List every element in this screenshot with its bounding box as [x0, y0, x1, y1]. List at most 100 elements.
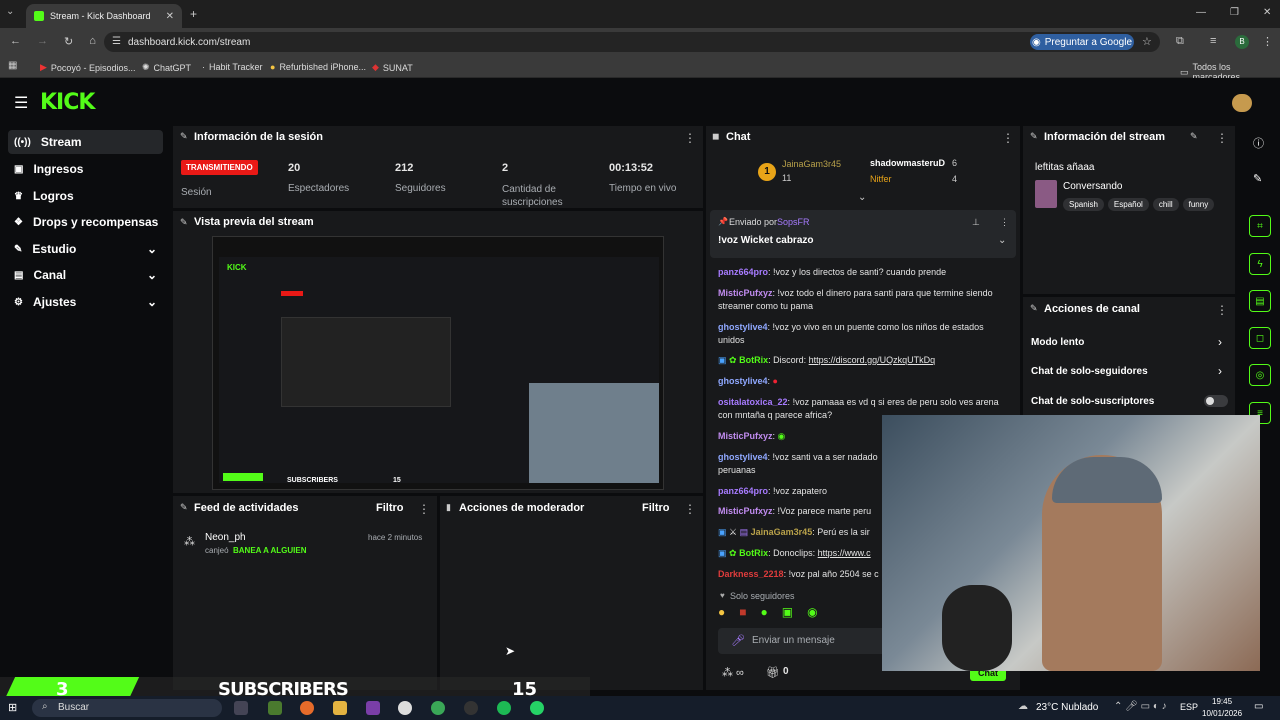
browser-menu-icon[interactable]: ⋮ — [1262, 35, 1273, 48]
language-indicator[interactable]: ESP — [1180, 702, 1198, 712]
url-text[interactable]: dashboard.kick.com/stream — [128, 37, 250, 48]
chevron-right-icon[interactable]: › — [1218, 335, 1222, 349]
chat-username[interactable]: Darkness_2218 — [718, 569, 784, 579]
close-tab-icon[interactable]: ✕ — [166, 11, 174, 22]
rail-crop-button[interactable]: ⌗ — [1249, 215, 1271, 237]
new-tab-button[interactable]: + — [190, 7, 197, 21]
sidebar-item-drops[interactable]: ❖ Drops y recompensas — [8, 210, 163, 234]
chat-username[interactable]: BotRix — [739, 548, 768, 558]
tag[interactable]: Español — [1107, 198, 1149, 211]
chat-username[interactable]: MisticPufxyz — [718, 506, 773, 516]
stream-preview-video[interactable]: KICK SUBSCRIBERS 15 — [212, 236, 664, 490]
sidebar-item-stream[interactable]: ((•)) Stream — [8, 130, 163, 154]
bookmark-habit-tracker[interactable]: · Habit Tracker — [202, 62, 263, 72]
rail-doc-button[interactable]: ▤ — [1249, 290, 1271, 312]
tray-icons[interactable]: ⌃ 🎤︎ ▭ ◐ ♪ — [1114, 701, 1167, 712]
obs-icon[interactable] — [398, 701, 412, 715]
mic-icon[interactable]: 🎤︎ — [731, 634, 745, 647]
tag[interactable]: funny — [1182, 198, 1215, 211]
chat-username[interactable]: JainaGam3r45 — [751, 527, 813, 537]
reload-icon[interactable]: ↻ — [64, 35, 73, 48]
chat-link[interactable]: https://discord.gg/UQzkqUTkDq — [809, 355, 936, 365]
weather-text[interactable]: 23°C Nublado — [1036, 702, 1098, 713]
chat-username[interactable]: panz664pro — [718, 267, 768, 277]
chat-username[interactable]: MisticPufxyz — [718, 431, 773, 441]
maximize-icon[interactable]: ❐ — [1230, 7, 1239, 18]
minimize-icon[interactable]: — — [1196, 7, 1206, 18]
mod-menu-icon[interactable]: ⋮ — [684, 502, 696, 516]
bookmark-sunat[interactable]: ◆ SUNAT — [372, 62, 413, 73]
bookmark-chatgpt[interactable]: ✺ ChatGPT — [142, 62, 191, 73]
apps-grid-icon[interactable]: ▦ — [8, 60, 17, 71]
sidebar-item-ingresos[interactable]: ▣ Ingresos — [8, 157, 163, 181]
tag[interactable]: Spanish — [1063, 198, 1104, 211]
activity-menu-icon[interactable]: ⋮ — [418, 502, 430, 516]
session-menu-icon[interactable]: ⋮ — [684, 131, 696, 145]
pinned-user[interactable]: SopsFR — [777, 217, 810, 227]
activity-user[interactable]: Neon_ph — [205, 532, 246, 543]
omnibox[interactable] — [104, 32, 1160, 52]
record-icon[interactable] — [464, 701, 478, 715]
leader2-name[interactable]: shadowmasteruD — [870, 158, 945, 168]
pinned-expand-icon[interactable]: ⌄ — [998, 235, 1006, 246]
rail-broadcast-button[interactable]: ◎ — [1249, 364, 1271, 386]
sidebar-item-ajustes[interactable]: ⚙ Ajustes ⌄ — [8, 290, 163, 314]
leader3-name[interactable]: Nitfer — [870, 174, 892, 184]
site-info-icon[interactable]: ☰ — [112, 36, 121, 47]
bookmark-star-icon[interactable]: ☆ — [1142, 35, 1152, 48]
followers-chat-label[interactable]: Chat de solo-seguidores — [1031, 366, 1148, 377]
minecraft-icon[interactable] — [268, 701, 282, 715]
collapse-leaderboard-icon[interactable]: ⌄ — [858, 192, 866, 203]
back-icon[interactable]: ← — [10, 35, 21, 48]
unpin-icon[interactable]: ⊥ — [972, 217, 980, 228]
chevron-right-icon[interactable]: › — [1218, 364, 1222, 378]
chat-username[interactable]: ghostylive4 — [718, 452, 768, 462]
subs-chat-label[interactable]: Chat de solo-suscriptores — [1031, 396, 1154, 407]
pinned-menu-icon[interactable]: ⋮ — [1000, 217, 1009, 228]
home-icon[interactable]: ⌂ — [89, 35, 96, 48]
rail-chat-button[interactable]: ◻ — [1249, 327, 1271, 349]
stream-info-menu-icon[interactable]: ⋮ — [1216, 131, 1228, 145]
firefox-icon[interactable] — [300, 701, 314, 715]
user-avatar[interactable] — [1232, 94, 1252, 112]
emote-icon[interactable]: ▣ — [782, 605, 793, 619]
browser-tab[interactable]: Stream - Kick Dashboard ✕ — [26, 4, 182, 28]
reading-list-icon[interactable]: ≡ — [1210, 35, 1216, 47]
ask-google-button[interactable]: ◉ Preguntar a Google — [1030, 34, 1134, 50]
taskview-icon[interactable] — [234, 701, 248, 715]
channel-actions-menu-icon[interactable]: ⋮ — [1216, 303, 1228, 317]
bookmark-pocoyo[interactable]: ▶ Pocoyó - Episodios... — [40, 62, 135, 73]
chat-username[interactable]: ositalatoxica_22 — [718, 397, 788, 407]
tag[interactable]: chill — [1152, 198, 1179, 211]
rail-bolt-button[interactable]: ϟ — [1249, 253, 1271, 275]
bookmark-refurbished[interactable]: ● Refurbished iPhone... — [270, 62, 366, 72]
tab-search-button[interactable]: ⌄ — [6, 6, 22, 22]
sidebar-item-canal[interactable]: ▤ Canal ⌄ — [8, 263, 163, 287]
edit-icon[interactable]: ✎ — [1253, 172, 1262, 185]
edit-stream-icon[interactable]: ✎ — [1190, 131, 1198, 142]
chat-username[interactable]: BotRix — [739, 355, 768, 365]
sidebar-item-estudio[interactable]: ✎ Estudio ⌄ — [8, 237, 163, 261]
sidebar-item-logros[interactable]: ♛ Logros — [8, 184, 163, 208]
emote-icon[interactable]: ● — [761, 605, 768, 619]
leader1-name[interactable]: JainaGam3r45 — [782, 159, 841, 169]
gift-icon[interactable]: 🎁︎ — [766, 666, 780, 679]
emote-icon[interactable]: ● — [718, 605, 725, 619]
notifications-icon[interactable]: ▭ — [1254, 701, 1263, 712]
subs-chat-toggle[interactable] — [1204, 395, 1228, 407]
info-icon[interactable]: ⓘ — [1253, 135, 1264, 151]
chat-username[interactable]: ghostylive4 — [718, 322, 768, 332]
profile-avatar[interactable]: B — [1235, 35, 1249, 49]
slow-mode-label[interactable]: Modo lento — [1031, 337, 1084, 348]
chat-link[interactable]: https://www.c — [818, 548, 871, 558]
close-window-icon[interactable]: ✕ — [1263, 7, 1271, 18]
activity-filter-button[interactable]: Filtro — [376, 502, 404, 514]
start-icon[interactable]: ⊞ — [8, 701, 17, 714]
emote-icon[interactable]: ■ — [739, 605, 746, 619]
chat-username[interactable]: ghostylive4 — [718, 376, 768, 386]
app-icon[interactable] — [366, 701, 380, 715]
category-name[interactable]: Conversando — [1063, 181, 1122, 192]
whatsapp-icon[interactable] — [530, 701, 544, 715]
chat-username[interactable]: MisticPufxyz — [718, 288, 773, 298]
chat-username[interactable]: panz664pro — [718, 486, 768, 496]
